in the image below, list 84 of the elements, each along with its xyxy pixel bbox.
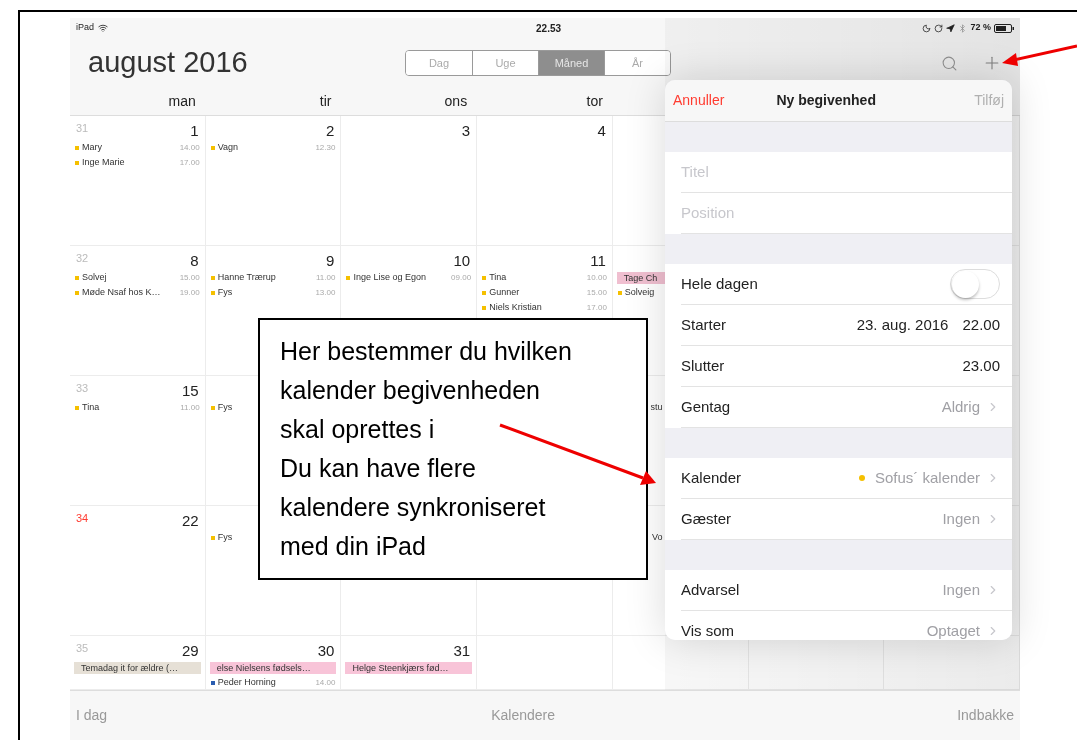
week-number: 34: [76, 511, 89, 526]
day-number[interactable]: 30: [317, 640, 335, 663]
row-label: Hele dagen: [681, 273, 758, 294]
weekday-label: tor: [585, 92, 604, 111]
rotation-lock-icon: [934, 23, 944, 33]
event-title[interactable]: Gunner: [489, 285, 520, 300]
day-number[interactable]: 9: [326, 250, 335, 273]
event-time: 14.00: [179, 141, 200, 154]
event-title[interactable]: Fys: [217, 285, 233, 300]
event-time: 19.00: [179, 286, 200, 299]
event-time: 09.00: [451, 271, 472, 284]
day-number[interactable]: 10: [453, 250, 471, 273]
week-number: 31: [76, 121, 89, 136]
event-title[interactable]: Inge Lise og Egon: [353, 270, 426, 285]
week-number: 33: [76, 381, 89, 396]
row-label: Gæster: [681, 508, 731, 529]
battery-icon: [994, 23, 1014, 33]
week-number: 32: [76, 251, 89, 266]
event-title[interactable]: Peder Horning: [217, 675, 276, 689]
event-title[interactable]: Fys: [217, 400, 233, 415]
location-icon: [946, 23, 956, 33]
time-value[interactable]: 22.00: [962, 313, 1000, 337]
moon-icon: [922, 23, 932, 33]
event-title[interactable]: Mary: [82, 140, 102, 155]
row-label: Gentag: [681, 396, 731, 417]
annotation-text: Du kan have flere kalendere synkroniseret med din iPad: [280, 453, 547, 562]
row-label: Kalender: [681, 467, 742, 488]
weekday-label: ons: [443, 92, 469, 111]
event-title[interactable]: Inge Marie: [82, 155, 125, 170]
event-title[interactable]: Niels Kristian: [489, 300, 542, 315]
clock: 22.53: [536, 21, 562, 36]
search-icon[interactable]: [941, 54, 958, 72]
event-title[interactable]: Møde Nsaf hos K…: [82, 285, 161, 300]
bluetooth-icon: [958, 23, 968, 33]
day-number[interactable]: 4: [597, 120, 606, 143]
day-number[interactable]: 8: [190, 250, 199, 273]
row-label: Advarsel: [681, 579, 740, 600]
all-day-event[interactable]: Temadag it for ældre (…: [74, 661, 201, 674]
day-number[interactable]: 31: [453, 640, 471, 663]
event-time: 11.00: [316, 271, 336, 284]
wifi-icon: [98, 23, 108, 33]
event-time: 13.00: [315, 286, 336, 299]
annotation-text: Her bestemmer du hvilken kalender begivenheden skal oprettes i: [280, 336, 573, 445]
event-time: 10.00: [586, 271, 607, 284]
weekday-label: tir: [318, 92, 333, 111]
event-title[interactable]: Vagn: [217, 140, 239, 155]
device-name: iPad: [76, 21, 94, 35]
event-title[interactable]: Solveig: [624, 285, 655, 300]
day-number[interactable]: 3: [461, 120, 471, 143]
event-title[interactable]: Vo: [652, 530, 663, 545]
month-title: august 2016: [88, 45, 249, 81]
event-time: 17.00: [586, 301, 607, 314]
toggle-switch[interactable]: [950, 269, 1000, 299]
date-value[interactable]: 23. aug. 2016: [856, 313, 949, 337]
event-time: 14.00: [315, 676, 336, 689]
weekday-label: man: [167, 92, 197, 111]
day-number[interactable]: 1: [190, 120, 199, 143]
row-label: Vis som: [681, 620, 735, 640]
day-number[interactable]: 2: [326, 120, 335, 143]
event-title[interactable]: Solvej: [82, 270, 107, 285]
event-title[interactable]: Fys: [217, 530, 233, 545]
event-title[interactable]: Hanne Trærup: [217, 270, 276, 285]
all-day-event[interactable]: else Nielsens fødsels…: [209, 661, 337, 674]
week-number: 35: [76, 641, 89, 656]
row-label: Starter: [681, 314, 726, 335]
all-day-event[interactable]: Helge Steenkjærs fød…: [345, 661, 473, 674]
time-value[interactable]: 23.00: [962, 354, 1000, 378]
text-field[interactable]: Position: [681, 201, 1000, 225]
event-time: 15.00: [179, 271, 200, 284]
event-time: 17.00: [179, 156, 200, 169]
event-title[interactable]: stu: [650, 400, 663, 415]
row-label: Slutter: [681, 355, 725, 376]
event-title[interactable]: Tina: [82, 400, 100, 415]
day-number[interactable]: 15: [182, 380, 199, 403]
event-time: 15.00: [586, 286, 607, 299]
event-time: 12.30: [315, 141, 336, 154]
day-number[interactable]: 11: [590, 250, 606, 273]
event-title[interactable]: Tina: [489, 270, 507, 285]
popover-title: Ny begivenhed: [776, 91, 876, 110]
day-number[interactable]: 29: [182, 640, 199, 663]
text-field[interactable]: Titel: [681, 160, 1000, 184]
day-number[interactable]: 22: [182, 510, 199, 533]
battery-percent: 72 %: [970, 21, 991, 35]
event-time: 11.00: [180, 401, 200, 414]
